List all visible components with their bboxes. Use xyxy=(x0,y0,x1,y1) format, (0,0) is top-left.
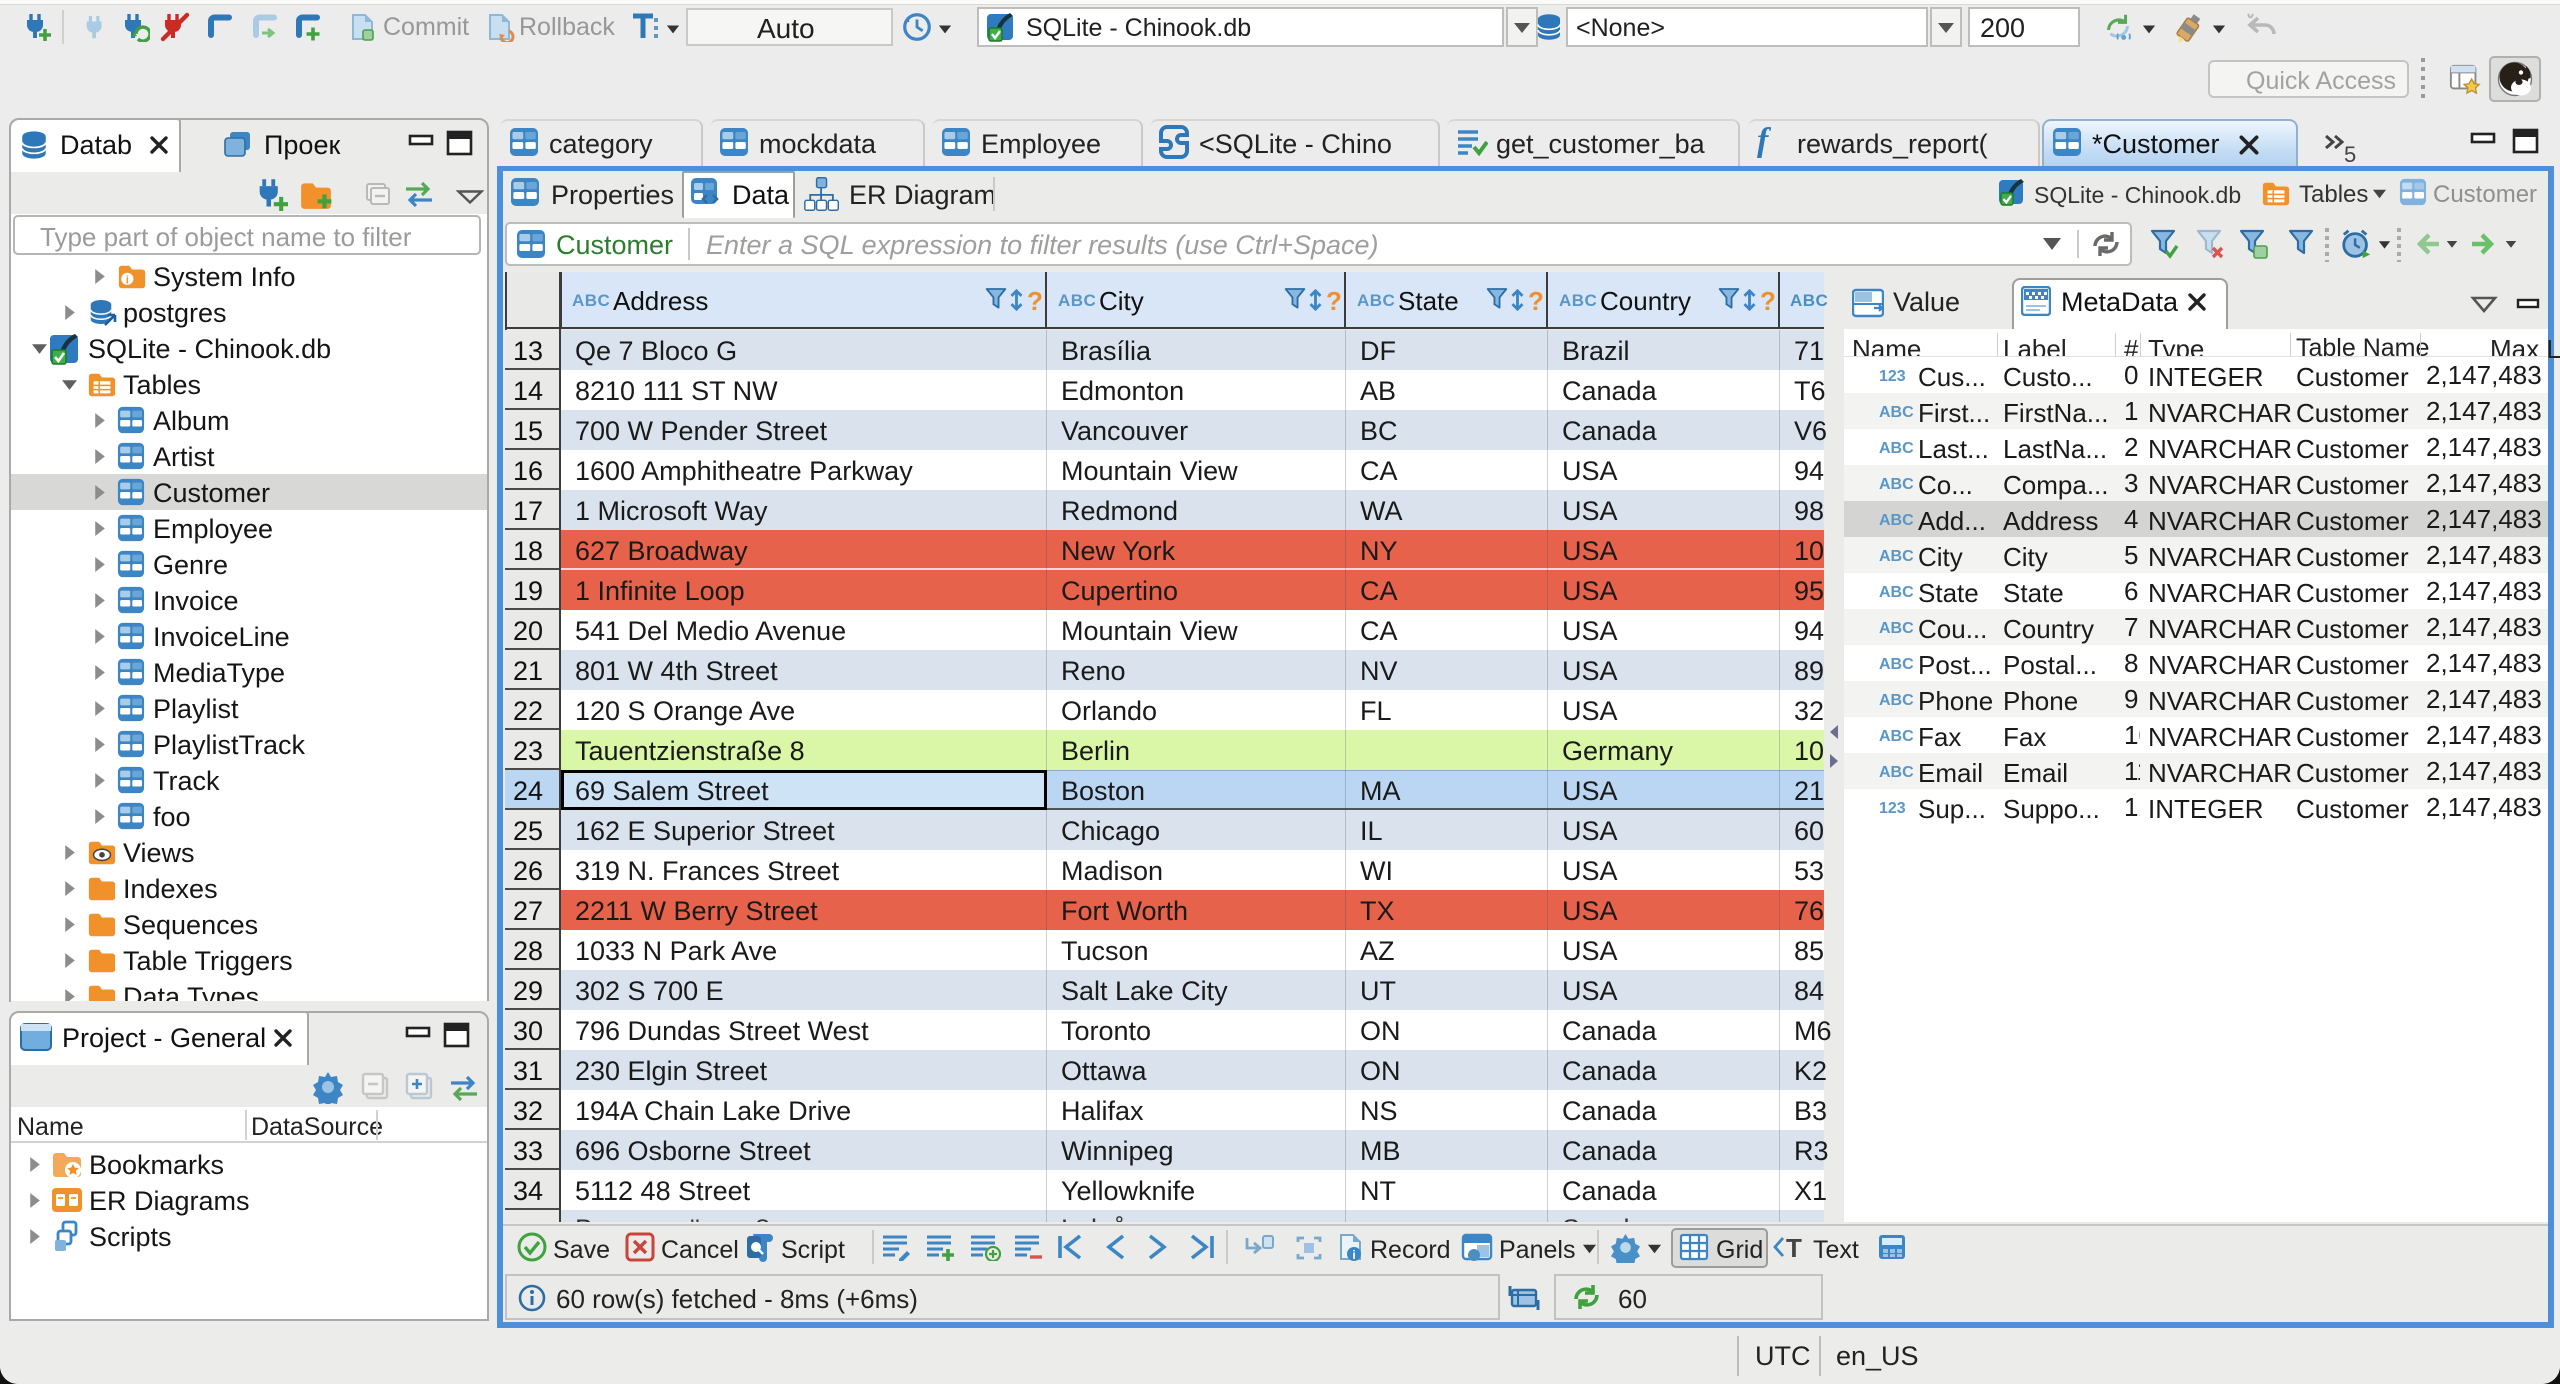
svg-text:i: i xyxy=(1352,1248,1355,1262)
svg-text:T: T xyxy=(1786,1234,1802,1260)
svg-text:5: 5 xyxy=(2344,142,2356,167)
svg-text:i: i xyxy=(126,275,129,287)
